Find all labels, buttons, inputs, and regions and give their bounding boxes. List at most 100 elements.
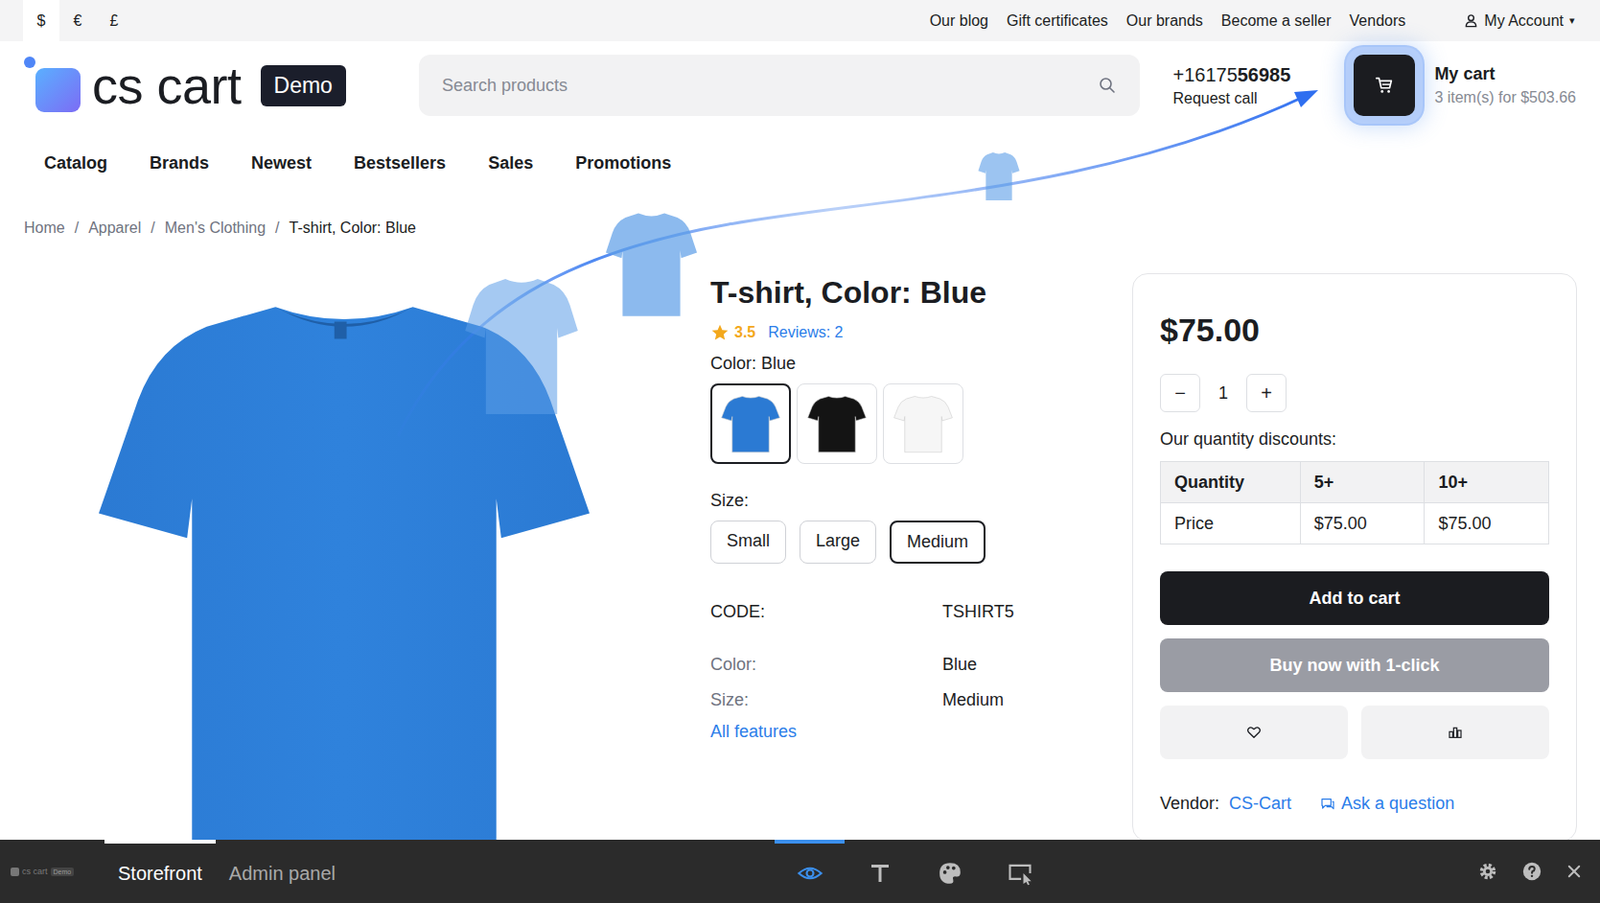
rating-value: 3.5	[734, 324, 756, 342]
add-to-cart-button[interactable]: Add to cart	[1159, 571, 1550, 626]
cart[interactable]: My cart3 item(s) for $503.66	[1353, 54, 1577, 116]
flight-path	[397, 95, 1306, 437]
currency-option[interactable]: €	[59, 0, 96, 42]
all-features-link[interactable]: All features	[710, 721, 1114, 743]
table-cell: $75.00	[1424, 503, 1550, 545]
feature-label: Size:	[710, 690, 943, 711]
breadcrumb-separator: /	[150, 219, 155, 245]
decrease-button[interactable]: −	[1159, 373, 1201, 413]
top-link[interactable]: Gift certificates	[1006, 12, 1109, 30]
rating: 3.5 Reviews: 2	[710, 323, 1114, 343]
cart-icon	[1373, 74, 1395, 96]
toolbar-right	[1477, 839, 1600, 903]
breadcrumb-separator: /	[275, 219, 279, 245]
logo-badge: Demo	[260, 65, 347, 107]
top-link[interactable]: Our brands	[1126, 12, 1204, 30]
search-icon[interactable]	[1097, 75, 1117, 95]
currency-option[interactable]: £	[95, 0, 133, 42]
flying-tshirt	[605, 213, 697, 317]
breadcrumbs: Home/Apparel/Men's Clothing/T-shirt, Col…	[0, 196, 1600, 245]
menu-item[interactable]: Bestsellers	[353, 153, 446, 174]
theme-tool[interactable]	[914, 839, 985, 903]
currency-option[interactable]: $	[23, 0, 60, 42]
size-option[interactable]: Small	[710, 520, 787, 564]
toolbar-logo-name: cs cart	[22, 866, 48, 877]
text-tool-icon	[868, 861, 892, 885]
flying-tshirt	[977, 152, 1020, 201]
toolbar-tab[interactable]: Admin panel	[215, 839, 349, 903]
top-link[interactable]: Become a seller	[1221, 12, 1332, 30]
table-header-row: Quantity5+10+	[1160, 462, 1550, 504]
product-title: T-shirt, Color: Blue	[710, 273, 1114, 312]
account-menu[interactable]: My Account▾	[1463, 12, 1576, 30]
cart-title: My cart	[1434, 64, 1577, 85]
table-header-cell: Quantity	[1160, 462, 1301, 504]
main-menu: Catalog Brands Newest Bestsellers Sales Promo…	[0, 129, 1600, 197]
vendor-link[interactable]: CS-Cart	[1228, 793, 1292, 814]
product-info: T-shirt, Color: Blue3.5Reviews: 2Color: …	[710, 244, 1133, 840]
top-bar: $€£ Our blog Gift certificates Our brands Be…	[0, 0, 1600, 42]
add-to-cart-animation	[0, 0, 1600, 840]
request-call-link[interactable]: Request call	[1172, 90, 1291, 108]
top-links: Our blog Gift certificates Our brands Becom…	[929, 0, 1576, 42]
customization-toolbar: cs cartDemoStorefrontAdmin panel	[0, 839, 1600, 903]
size-option[interactable]: Large	[799, 520, 877, 564]
close-icon[interactable]	[1565, 862, 1583, 881]
size-label: Size:	[710, 490, 1114, 511]
menu-item[interactable]: Brands	[149, 153, 209, 174]
quantity-input[interactable]: 1	[1200, 383, 1247, 404]
tshirt-thumbnail	[807, 394, 867, 454]
color-swatch[interactable]	[796, 383, 878, 464]
table-cell: $75.00	[1299, 503, 1425, 545]
table-cell: Price	[1160, 503, 1301, 545]
product-main: T-shirt, Color: Blue3.5Reviews: 2Color: …	[0, 244, 1600, 840]
breadcrumb[interactable]: Apparel	[88, 219, 141, 245]
increase-button[interactable]: +	[1246, 373, 1287, 413]
toolbar-left: cs cartDemoStorefrontAdmin panel	[0, 839, 775, 903]
toolbar-tab[interactable]: Storefront	[104, 839, 216, 903]
account-label[interactable]: My Account	[1484, 12, 1564, 30]
color-swatch[interactable]	[710, 383, 791, 464]
gear-icon[interactable]	[1477, 860, 1499, 882]
menu-item[interactable]: Promotions	[575, 153, 672, 174]
user-icon	[1463, 13, 1479, 28]
breadcrumb-separator: /	[74, 219, 79, 245]
heart-icon	[1246, 724, 1262, 741]
help-icon[interactable]	[1521, 860, 1543, 882]
feature-value: Medium	[942, 690, 1114, 711]
tshirt-thumbnail	[720, 394, 781, 454]
cart-summary[interactable]: My cart3 item(s) for $503.66	[1434, 64, 1577, 107]
color-swatch[interactable]	[882, 383, 964, 464]
product-image[interactable]	[98, 301, 590, 840]
breadcrumb[interactable]: Men's Clothing	[164, 219, 266, 245]
logo[interactable]: cs cartDemo	[23, 55, 419, 116]
phone-number[interactable]: +1617556985	[1172, 64, 1291, 87]
palette-icon	[937, 860, 963, 886]
table-row: Price$75.00$75.00	[1160, 503, 1550, 545]
compare-button[interactable]	[1361, 705, 1550, 760]
logo-icon	[23, 55, 83, 116]
arrow-head-icon	[1294, 90, 1319, 108]
text-tool[interactable]	[844, 839, 915, 903]
search-field[interactable]: Search products	[418, 54, 1140, 116]
tshirt-thumbnail	[893, 394, 953, 454]
feature-value: Blue	[942, 654, 1114, 675]
menu-item[interactable]: Sales	[487, 153, 534, 174]
code-label: CODE:	[710, 602, 943, 623]
menu-item[interactable]: Catalog	[44, 153, 108, 174]
ask-question-link[interactable]: Ask a question	[1320, 793, 1455, 814]
top-link[interactable]: Vendors	[1349, 12, 1407, 30]
menu-item[interactable]: Newest	[251, 153, 312, 174]
breadcrumb[interactable]: Home	[23, 219, 66, 245]
wishlist-button[interactable]	[1159, 705, 1348, 760]
cart-button[interactable]	[1353, 54, 1415, 116]
flying-tshirt	[464, 278, 579, 415]
table-header-cell: 10+	[1424, 462, 1550, 504]
reviews-link[interactable]: Reviews: 2	[767, 324, 843, 342]
top-link[interactable]: Our blog	[929, 12, 989, 30]
layout-tool[interactable]	[984, 839, 1055, 903]
preview-tool[interactable]	[774, 839, 845, 903]
compare-icon	[1447, 724, 1463, 741]
size-option[interactable]: Medium	[889, 520, 986, 564]
buy-now-button[interactable]: Buy now with 1-click	[1159, 638, 1550, 693]
